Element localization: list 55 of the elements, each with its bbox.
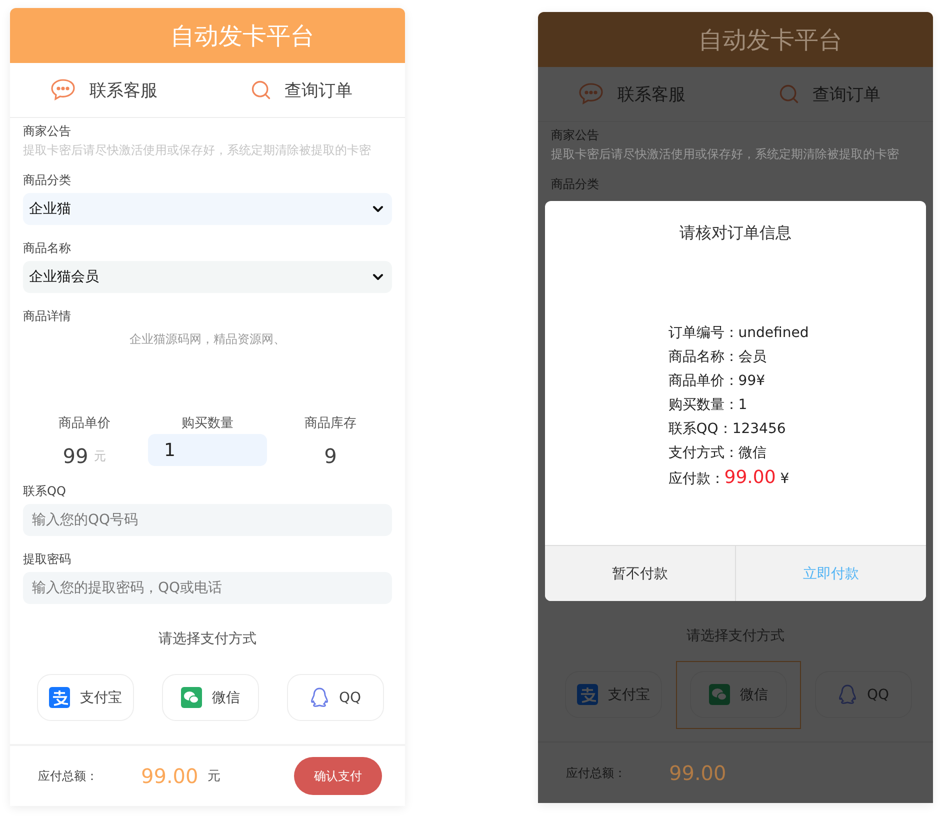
payment-method-button[interactable]: 支付宝 <box>37 674 134 721</box>
stock-value: 9 <box>324 443 337 470</box>
field-label: 商品详情 <box>23 308 72 325</box>
field-label: 商家公告 <box>23 123 72 140</box>
total-label: 应付总额： <box>38 768 99 784</box>
chat-icon <box>50 78 78 102</box>
info-line: 应付款：99.00 ¥ <box>668 468 790 489</box>
field-label: 商品分类 <box>23 172 72 189</box>
stat-label: 商品单价 <box>58 415 110 432</box>
field-label: 提取密码 <box>23 551 72 568</box>
notice-text: 提取卡密后请尽快激活使用或保存好，系统定期清除被提取的卡密 <box>23 142 372 158</box>
search-icon <box>778 83 800 105</box>
app-title: 自动发卡平台 <box>698 24 842 56</box>
product-description: 企业猫源码网，精品资源网、 <box>130 331 286 348</box>
currency-unit: 元 <box>207 768 220 785</box>
currency-unit: 元 <box>94 448 106 464</box>
stat-label: 购买数量 <box>182 415 234 432</box>
payment-method-button[interactable]: 微信 <box>162 674 259 721</box>
info-line: 联系QQ：123456 <box>668 420 787 439</box>
search-icon <box>250 79 272 101</box>
payment-title: 请选择支付方式 <box>158 630 256 648</box>
chat-icon <box>578 82 606 106</box>
info-line: 商品名称：会员 <box>668 348 768 367</box>
category-select[interactable]: 企业猫 <box>23 193 392 225</box>
dialog-title: 请核对订单信息 <box>680 223 792 244</box>
notice-text: 提取卡密后请尽快激活使用或保存好，系统定期清除被提取的卡密 <box>551 146 900 162</box>
wechat-icon <box>181 687 202 708</box>
product-select[interactable]: 企业猫会员 <box>23 261 392 293</box>
stat-label: 商品库存 <box>304 415 356 432</box>
penguin-icon <box>310 687 329 708</box>
total-amount: 99.00 <box>669 761 726 785</box>
penguin-icon <box>838 684 857 705</box>
total-label: 应付总额： <box>566 764 627 782</box>
nav-link[interactable]: 查询订单 <box>208 63 405 117</box>
quantity-field[interactable]: 1 <box>148 434 267 466</box>
info-line: 商品单价：99¥ <box>668 372 766 391</box>
confirm-pay-button[interactable]: 确认支付 <box>294 757 382 795</box>
password-field[interactable]: 输入您的提取密码，QQ或电话 <box>23 572 392 604</box>
info-line: 订单编号：undefined <box>668 324 809 343</box>
price-value: 99 <box>62 444 88 468</box>
field-label: 商家公告 <box>551 127 600 144</box>
alipay-icon <box>49 687 70 708</box>
info-line: 支付方式：微信 <box>668 444 768 463</box>
payment-method-button[interactable]: QQ <box>287 674 384 721</box>
field-label: 联系QQ <box>23 483 67 500</box>
total-amount: 99.00 <box>141 764 198 788</box>
field-label: 商品分类 <box>551 176 600 193</box>
field-label: 商品名称 <box>23 240 72 257</box>
app-title: 自动发卡平台 <box>170 20 314 52</box>
nav-link[interactable]: 联系客服 <box>10 63 208 117</box>
info-line: 购买数量：1 <box>668 396 748 415</box>
alipay-icon <box>577 684 598 705</box>
qq-field[interactable]: 输入您的QQ号码 <box>23 504 392 536</box>
cancel-button[interactable]: 暂不付款 <box>545 546 735 601</box>
wechat-icon <box>709 684 730 705</box>
